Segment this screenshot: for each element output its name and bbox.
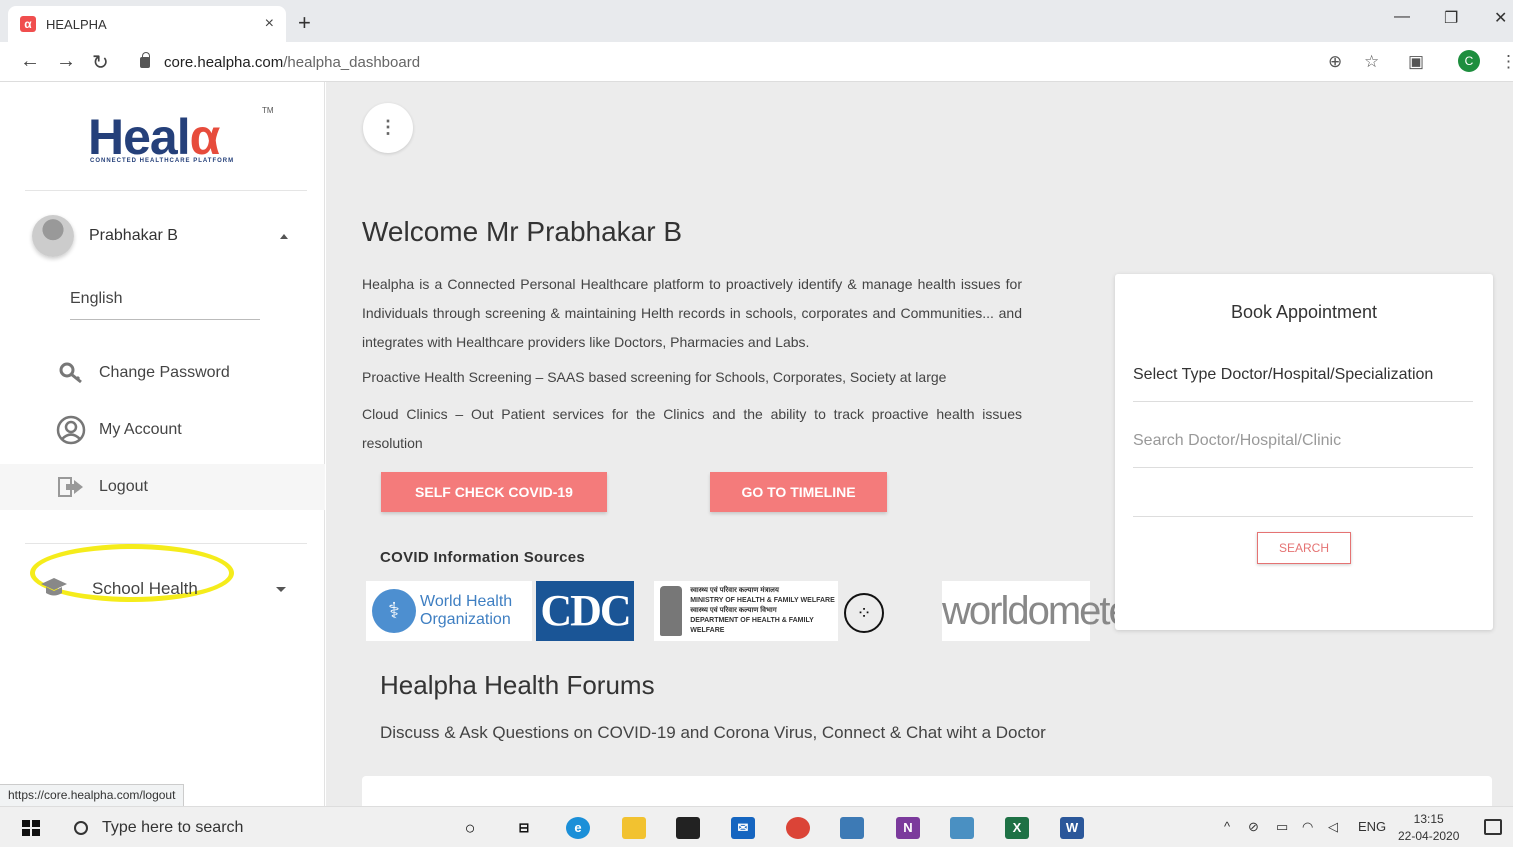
volume-icon[interactable]: ◁ <box>1328 819 1338 835</box>
search-button[interactable]: SEARCH <box>1257 532 1351 564</box>
chrome-icon[interactable] <box>786 817 810 839</box>
school-health-label: School Health <box>92 579 198 598</box>
user-profile-toggle[interactable]: Prabhakar B <box>32 214 302 258</box>
type-select[interactable]: Select Type Doctor/Hospital/Specializati… <box>1133 366 1473 402</box>
welcome-heading: Welcome Mr Prabhakar B <box>362 216 683 247</box>
who-logo-link[interactable]: ⚕ World Health Organization <box>366 581 532 641</box>
clock[interactable]: 13:15 22-04-2020 <box>1398 811 1459 845</box>
language-select[interactable]: English <box>70 290 260 320</box>
windows-taskbar: Type here to search ○ ⊟ e ✉ N X W ^ ⊘ ▭ … <box>0 806 1513 847</box>
menu-label: Change Password <box>99 364 230 381</box>
virus-icon: ⁘ <box>844 593 884 633</box>
battery-icon[interactable]: ▭ <box>1276 819 1288 835</box>
onenote-icon[interactable]: N <box>896 817 920 839</box>
url-field[interactable]: core.healpha.com/healpha_dashboard <box>126 48 1356 76</box>
covid-sources-heading: COVID Information Sources <box>380 549 586 566</box>
excel-icon[interactable]: X <box>1005 817 1029 839</box>
taskbar-search-placeholder: Type here to search <box>102 818 244 836</box>
restore-icon[interactable]: ❐ <box>1444 8 1458 28</box>
network-icon[interactable]: ⊘ <box>1248 819 1259 835</box>
reload-icon[interactable]: ↻ <box>92 50 109 75</box>
extra-field[interactable] <box>1133 481 1473 517</box>
windows-start-icon[interactable] <box>22 820 40 836</box>
national-emblem-icon <box>660 586 683 636</box>
word-icon[interactable]: W <box>1060 817 1084 839</box>
browser-tab-bar: α HEALPHA × + — ❐ ✕ <box>0 0 1513 42</box>
wifi-icon[interactable]: ◠ <box>1302 819 1313 835</box>
edge-icon[interactable]: e <box>566 817 590 839</box>
self-check-covid-button[interactable]: SELF CHECK COVID-19 <box>381 472 607 512</box>
zoom-icon[interactable]: ⊕ <box>1328 52 1342 72</box>
intro-paragraph: Healpha is a Connected Personal Healthca… <box>362 276 1022 350</box>
bookmark-star-icon[interactable]: ☆ <box>1364 52 1379 72</box>
menu-logout[interactable]: Logout <box>0 464 325 510</box>
url-path: /healpha_dashboard <box>283 53 421 71</box>
menu-my-account[interactable]: My Account <box>0 407 325 453</box>
forums-description: Discuss & Ask Questions on COVID-19 and … <box>380 723 1046 742</box>
more-options-icon[interactable]: ⋮ <box>363 103 413 153</box>
clinics-paragraph: Cloud Clinics – Out Patient services for… <box>362 406 1022 451</box>
cdc-logo-link[interactable]: CDC <box>536 581 634 641</box>
forums-heading: Healpha Health Forums <box>380 670 655 700</box>
caret-up-icon <box>280 233 288 239</box>
language-indicator[interactable]: ENG <box>1358 819 1386 834</box>
extension-icon[interactable]: ▣ <box>1408 52 1424 72</box>
forward-icon[interactable]: → <box>56 50 76 73</box>
browser-tab[interactable]: α HEALPHA × <box>8 6 286 42</box>
account-icon <box>56 415 86 445</box>
back-icon[interactable]: ← <box>20 50 40 73</box>
minimize-icon[interactable]: — <box>1394 8 1410 26</box>
close-window-icon[interactable]: ✕ <box>1494 8 1507 28</box>
mail-icon[interactable]: ✉ <box>731 817 755 839</box>
healpha-logo: Healα TM CONNECTED HEALTHCARE PLATFORM <box>88 106 274 165</box>
cortana-icon[interactable]: ○ <box>458 817 482 839</box>
graduation-cap-icon <box>40 576 68 603</box>
file-explorer-icon[interactable] <box>622 817 646 839</box>
mohfw-logo-link[interactable]: स्वास्थ्य एवं परिवार कल्याण मंत्रालय MIN… <box>654 581 838 641</box>
python-icon[interactable] <box>840 817 864 839</box>
avatar <box>32 215 74 257</box>
book-appointment-card: Book Appointment Select Type Doctor/Hosp… <box>1115 274 1493 630</box>
who-emblem-icon: ⚕ <box>372 589 416 633</box>
status-url: https://core.healpha.com/logout <box>0 784 185 806</box>
tray-chevron-icon[interactable]: ^ <box>1224 819 1230 834</box>
screening-paragraph: Proactive Health Screening – SAAS based … <box>362 369 947 385</box>
lock-icon <box>140 51 150 68</box>
worldometer-logo-link[interactable]: worldometer <box>942 581 1142 641</box>
tab-title: HEALPHA <box>46 16 107 32</box>
search-doctor-input[interactable]: Search Doctor/Hospital/Clinic <box>1133 432 1473 468</box>
taskbar-search[interactable]: Type here to search <box>62 807 442 848</box>
divider <box>25 190 307 191</box>
user-name: Prabhakar B <box>89 227 178 244</box>
menu-change-password[interactable]: Change Password <box>0 350 325 396</box>
store-icon[interactable] <box>676 817 700 839</box>
task-view-icon[interactable]: ⊟ <box>512 817 536 839</box>
logout-icon <box>56 472 86 502</box>
url-domain: core.healpha.com <box>164 53 284 71</box>
caret-down-icon <box>276 586 286 592</box>
search-icon <box>74 820 88 835</box>
new-tab-button[interactable]: + <box>298 10 311 36</box>
app-icon[interactable] <box>950 817 974 839</box>
menu-label: My Account <box>99 421 182 438</box>
menu-dots-icon[interactable]: ⋮ <box>1500 52 1513 72</box>
profile-avatar[interactable]: C <box>1458 50 1480 72</box>
sidebar: Healα TM CONNECTED HEALTHCARE PLATFORM P… <box>0 82 325 806</box>
book-appointment-title: Book Appointment <box>1230 302 1378 322</box>
divider <box>25 543 307 544</box>
main-content: ⋮ Welcome Mr Prabhakar B Healpha is a Co… <box>326 82 1513 816</box>
notifications-icon[interactable] <box>1484 819 1502 835</box>
school-health-menu[interactable]: School Health <box>40 572 300 606</box>
go-to-timeline-button[interactable]: GO TO TIMELINE <box>710 472 887 512</box>
menu-label: Logout <box>99 478 148 495</box>
tab-close-icon[interactable]: × <box>265 15 274 33</box>
healpha-favicon: α <box>20 16 36 32</box>
address-bar-row: ← → ↻ core.healpha.com/healpha_dashboard… <box>0 42 1513 82</box>
key-search-icon <box>56 358 86 388</box>
